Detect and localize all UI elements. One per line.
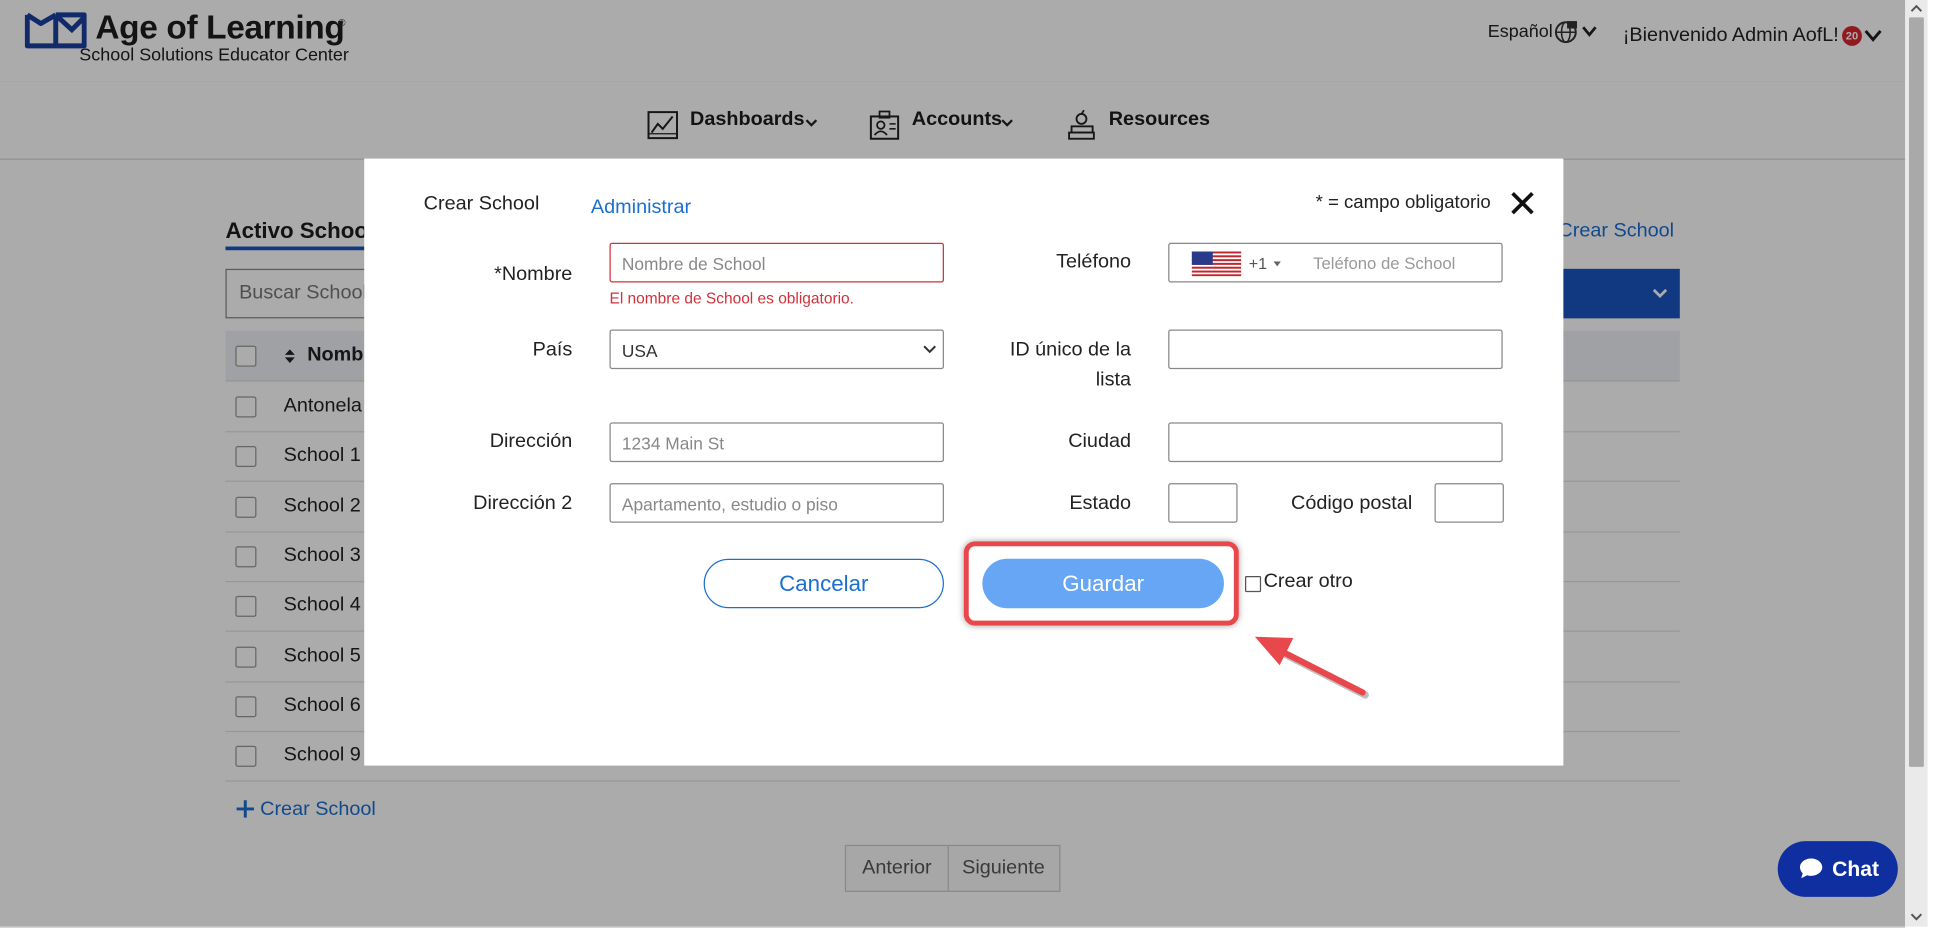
create-another-label[interactable]: Crear otro [1264, 571, 1353, 593]
scroll-down-arrow-icon[interactable] [1910, 912, 1923, 922]
admin-link[interactable]: Administrar [591, 197, 691, 219]
cancel-button[interactable]: Cancelar [703, 558, 944, 609]
chat-label: Chat [1832, 857, 1879, 881]
city-input[interactable] [1168, 422, 1503, 463]
zip-label: Código postal [1291, 493, 1413, 515]
modal-title: Crear School [423, 193, 540, 215]
country-select[interactable]: USA [609, 329, 944, 370]
address2-label: Dirección 2 [473, 493, 573, 515]
create-school-modal: Crear School Administrar * = campo oblig… [364, 158, 1564, 766]
us-flag-icon[interactable] [1191, 251, 1242, 277]
create-another-checkbox[interactable] [1244, 576, 1262, 593]
name-input[interactable]: Nombre de School [609, 242, 944, 283]
chevron-down-icon[interactable] [923, 344, 937, 354]
unique-id-input[interactable] [1168, 329, 1503, 370]
address2-input[interactable]: Apartamento, estudio o piso [609, 483, 944, 523]
screen: Age of Learning ® School Solutions Educa… [0, 0, 1935, 938]
address-label: Dirección [489, 431, 573, 453]
name-error-message: El nombre de School es obligatorio. [609, 289, 854, 308]
chat-bubble-icon [1799, 858, 1823, 879]
chat-button[interactable]: Chat [1777, 841, 1898, 897]
caret-down-icon[interactable] [1273, 261, 1281, 267]
page: Age of Learning ® School Solutions Educa… [0, 0, 1906, 928]
unique-id-label-line2: lista [1095, 369, 1132, 391]
unique-id-label-line1: ID único de la [1009, 339, 1132, 361]
scrollbar[interactable] [1905, 0, 1928, 927]
state-input[interactable] [1168, 483, 1238, 523]
dial-code[interactable]: +1 [1249, 254, 1267, 273]
save-highlight-box [963, 541, 1239, 626]
viewport: Age of Learning ® School Solutions Educa… [0, 0, 1935, 938]
close-icon[interactable] [1509, 190, 1536, 217]
country-label: País [532, 339, 573, 361]
phone-input[interactable]: Teléfono de School [1313, 254, 1455, 273]
name-label: *Nombre [494, 263, 573, 285]
required-note: * = campo obligatorio [1315, 192, 1491, 214]
phone-field[interactable]: +1 Teléfono de School [1168, 242, 1503, 283]
zip-input[interactable] [1434, 483, 1504, 523]
phone-label: Teléfono [1056, 251, 1132, 273]
scrollbar-thumb[interactable] [1908, 17, 1924, 767]
address-input[interactable]: 1234 Main St [609, 422, 944, 463]
city-label: Ciudad [1068, 431, 1132, 453]
state-label: Estado [1069, 493, 1132, 515]
scroll-up-arrow-icon[interactable] [1910, 4, 1923, 14]
